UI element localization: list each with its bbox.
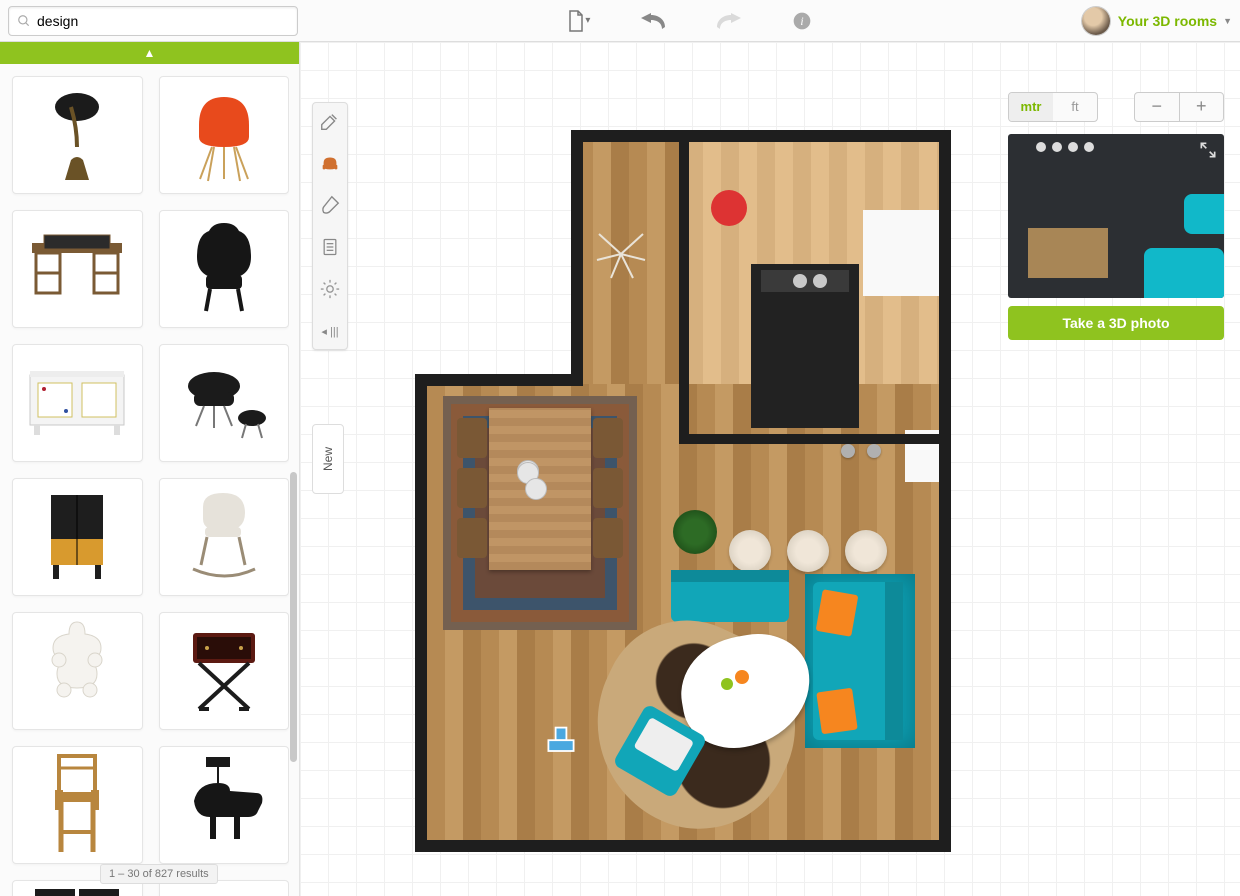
brush-tool[interactable] — [318, 193, 342, 217]
search-icon — [17, 14, 31, 28]
active-item-cursor — [543, 724, 579, 760]
unit-switch[interactable]: mtr ft — [1008, 92, 1098, 122]
settings-tool[interactable] — [318, 277, 342, 301]
library-collapse[interactable]: ▲ — [0, 42, 299, 64]
take-3d-photo-button[interactable]: Take a 3D photo — [1008, 306, 1224, 340]
topbar: ▾ i Your 3D rooms ▼ — [0, 0, 1240, 42]
svg-text:i: i — [801, 15, 804, 28]
library-scroll[interactable] — [0, 64, 289, 896]
floorplan[interactable] — [415, 130, 951, 850]
library-item-horse-lamp[interactable] — [159, 746, 290, 864]
search-box[interactable] — [8, 6, 298, 36]
library-scrollbar[interactable] — [290, 472, 297, 762]
expand-icon[interactable] — [1198, 140, 1218, 160]
library-item-white-cabinet[interactable] — [12, 344, 143, 462]
construct-tool[interactable] — [318, 109, 342, 133]
library-item-highchair[interactable] — [12, 746, 143, 864]
unit-metric[interactable]: mtr — [1009, 93, 1053, 121]
chevron-down-icon: ▼ — [1223, 16, 1232, 26]
library-item-rocking-chair[interactable] — [159, 478, 290, 596]
preview-3d[interactable] — [1008, 134, 1224, 298]
zoom-control: − + — [1134, 92, 1224, 122]
search-input[interactable] — [37, 13, 289, 29]
results-count: 1 – 30 of 827 results — [100, 864, 218, 884]
library-item-orange-chair[interactable] — [159, 76, 290, 194]
chevron-up-icon: ▲ — [144, 46, 156, 60]
library-item-desk[interactable] — [12, 210, 143, 328]
canvas[interactable]: ◂ ||| New — [300, 42, 1240, 896]
rooms-menu[interactable]: Your 3D rooms ▼ — [1118, 13, 1232, 29]
zoom-out-button[interactable]: − — [1135, 93, 1180, 121]
library-item-butler-tray[interactable] — [159, 612, 290, 730]
library-item-floor-lamp[interactable] — [12, 76, 143, 194]
undo-button[interactable] — [640, 13, 666, 29]
zoom-in-button[interactable]: + — [1180, 93, 1224, 121]
right-panel: mtr ft − + Take a 3D photo — [1008, 92, 1224, 340]
library-item-lounge-ottoman[interactable] — [159, 344, 290, 462]
library-item-white-vase[interactable] — [12, 612, 143, 730]
new-doc-button[interactable]: ▾ — [567, 10, 590, 32]
library-panel: ▲ — [0, 42, 300, 896]
unit-imperial[interactable]: ft — [1053, 93, 1097, 121]
chandelier-icon — [591, 224, 651, 284]
library-item-wood-cabinet[interactable] — [12, 478, 143, 596]
tool-palette: ◂ ||| — [312, 102, 348, 350]
info-button[interactable]: i — [792, 11, 812, 31]
redo-button[interactable] — [716, 13, 742, 29]
avatar[interactable] — [1082, 7, 1110, 35]
rooms-label: Your 3D rooms — [1118, 13, 1217, 29]
toolbar-right: Your 3D rooms ▼ — [1082, 7, 1232, 35]
furnish-tool[interactable] — [318, 151, 342, 175]
collapse-tool[interactable]: ◂ ||| — [318, 319, 342, 343]
toolbar-center: ▾ i — [298, 10, 1082, 32]
new-tab[interactable]: New — [312, 424, 344, 494]
library-item-black-armchair[interactable] — [159, 210, 290, 328]
checklist-tool[interactable] — [318, 235, 342, 259]
